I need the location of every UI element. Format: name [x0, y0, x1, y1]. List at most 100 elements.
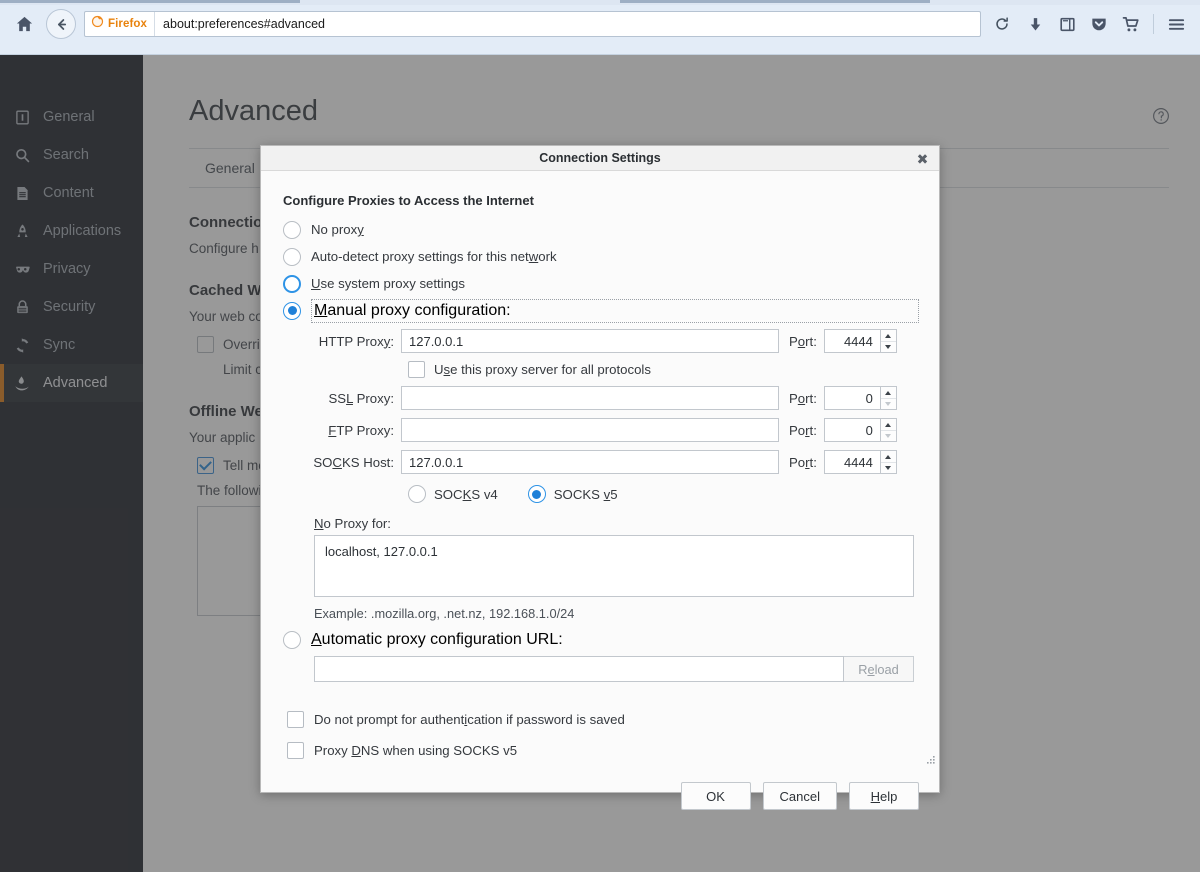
- ftp-port-label: Port:: [779, 423, 824, 438]
- field-row-ftp-proxy: FTP Proxy: Port: 0: [281, 415, 919, 445]
- no-proxy-for-label: No Proxy for:: [314, 516, 919, 531]
- field-row-http-proxy: HTTP Proxy: 127.0.0.1 Port: 4444: [281, 326, 919, 356]
- radio-button[interactable]: [283, 248, 301, 266]
- spinner-buttons[interactable]: [880, 418, 897, 442]
- radio-no-proxy[interactable]: No proxy: [281, 216, 919, 243]
- back-button[interactable]: [46, 9, 76, 39]
- socks-port-input[interactable]: 4444: [824, 450, 880, 474]
- resize-grip-icon[interactable]: [925, 752, 936, 763]
- ftp-proxy-input[interactable]: [401, 418, 779, 442]
- field-row-ssl-proxy: SSL Proxy: Port: 0: [281, 383, 919, 413]
- http-proxy-label: HTTP Proxy:: [281, 334, 401, 349]
- bottom-checkbox-group: Do not prompt for authentication if pass…: [281, 704, 919, 766]
- ftp-port-spinner[interactable]: 0: [824, 418, 897, 442]
- http-proxy-input[interactable]: 127.0.0.1: [401, 329, 779, 353]
- spinner-up-button[interactable]: [881, 387, 896, 398]
- cart-icon[interactable]: [1115, 8, 1147, 40]
- ssl-port-label: Port:: [779, 391, 824, 406]
- toolbar-right-icons: [1019, 8, 1192, 40]
- downloads-icon[interactable]: [1019, 8, 1051, 40]
- cancel-button[interactable]: Cancel: [763, 782, 837, 810]
- radio-label: Use system proxy settings: [311, 276, 465, 291]
- radio-label: SOCKS v5: [554, 487, 618, 502]
- hamburger-menu-icon[interactable]: [1160, 8, 1192, 40]
- radio-use-system-proxy[interactable]: Use system proxy settings: [281, 270, 919, 297]
- url-bar[interactable]: Firefox about:preferences#advanced: [84, 11, 981, 37]
- reload-icon[interactable]: [987, 12, 1017, 36]
- use-for-all-protocols-checkbox[interactable]: Use this proxy server for all protocols: [408, 361, 919, 378]
- no-proxy-example-text: Example: .mozilla.org, .net.nz, 192.168.…: [314, 606, 919, 621]
- http-port-label: Port:: [779, 334, 824, 349]
- pac-url-input[interactable]: [314, 656, 844, 682]
- spinner-down-button: [881, 430, 896, 441]
- ok-button[interactable]: OK: [681, 782, 751, 810]
- radio-button[interactable]: [528, 485, 546, 503]
- no-auth-prompt-checkbox[interactable]: Do not prompt for authentication if pass…: [287, 704, 919, 735]
- ssl-port-input[interactable]: 0: [824, 386, 880, 410]
- help-button[interactable]: Help: [849, 782, 919, 810]
- sidebar-icon[interactable]: [1051, 8, 1083, 40]
- radio-label: SOCKS v4: [434, 487, 498, 502]
- home-icon[interactable]: [8, 8, 40, 40]
- ftp-proxy-label: FTP Proxy:: [281, 423, 401, 438]
- radio-button[interactable]: [283, 302, 301, 320]
- radio-label: No proxy: [311, 222, 364, 237]
- spinner-up-button[interactable]: [881, 330, 896, 341]
- radio-button[interactable]: [408, 485, 426, 503]
- checkbox-box[interactable]: [408, 361, 425, 378]
- radio-auto-detect[interactable]: Auto-detect proxy settings for this netw…: [281, 243, 919, 270]
- spinner-up-button[interactable]: [881, 451, 896, 462]
- socks-host-input[interactable]: 127.0.0.1: [401, 450, 779, 474]
- ssl-port-spinner[interactable]: 0: [824, 386, 897, 410]
- dialog-body: Configure Proxies to Access the Internet…: [261, 171, 939, 766]
- proxy-config-heading: Configure Proxies to Access the Internet: [283, 193, 919, 208]
- dialog-button-row: OK Cancel Help: [261, 766, 939, 824]
- spinner-buttons[interactable]: [880, 386, 897, 410]
- close-icon[interactable]: ✖: [914, 150, 931, 167]
- checkbox-label: Proxy DNS when using SOCKS v5: [314, 743, 517, 758]
- manual-proxy-focus-ring[interactable]: Manual proxy configuration:: [311, 299, 919, 323]
- checkbox-box[interactable]: [287, 742, 304, 759]
- dialog-title: Connection Settings: [539, 151, 661, 165]
- ssl-proxy-input[interactable]: [401, 386, 779, 410]
- pac-reload-button: Reload: [844, 656, 914, 682]
- http-port-input[interactable]: 4444: [824, 329, 880, 353]
- proxy-dns-checkbox[interactable]: Proxy DNS when using SOCKS v5: [287, 735, 919, 766]
- socks-port-spinner[interactable]: 4444: [824, 450, 897, 474]
- radio-manual-proxy[interactable]: Manual proxy configuration:: [281, 297, 919, 324]
- no-proxy-for-textarea[interactable]: localhost, 127.0.0.1: [314, 535, 914, 597]
- identity-box[interactable]: Firefox: [85, 12, 155, 36]
- navigation-toolbar: Firefox about:preferences#advanced: [0, 5, 1200, 43]
- ftp-port-input[interactable]: 0: [824, 418, 880, 442]
- socks-port-label: Port:: [779, 455, 824, 470]
- tab-edge[interactable]: [0, 0, 300, 3]
- pac-url-row: Reload: [314, 656, 919, 682]
- dialog-titlebar: Connection Settings ✖: [261, 146, 939, 171]
- url-text[interactable]: about:preferences#advanced: [155, 17, 325, 31]
- spinner-down-button[interactable]: [881, 462, 896, 473]
- socks-version-radio-group: SOCKS v4 SOCKS v5: [408, 485, 919, 503]
- radio-label: Automatic proxy configuration URL:: [311, 631, 563, 649]
- checkbox-label: Do not prompt for authentication if pass…: [314, 712, 625, 727]
- http-port-spinner[interactable]: 4444: [824, 329, 897, 353]
- socks-host-label: SOCKS Host:: [281, 455, 401, 470]
- radio-socks-v5[interactable]: SOCKS v5: [528, 485, 618, 503]
- spinner-buttons[interactable]: [880, 450, 897, 474]
- toolbar-divider: [1153, 14, 1154, 34]
- radio-label: Auto-detect proxy settings for this netw…: [311, 249, 557, 264]
- radio-button[interactable]: [283, 275, 301, 293]
- spinner-up-button[interactable]: [881, 419, 896, 430]
- field-row-socks-host: SOCKS Host: 127.0.0.1 Port: 4444: [281, 447, 919, 477]
- radio-button[interactable]: [283, 221, 301, 239]
- spinner-down-button[interactable]: [881, 341, 896, 352]
- browser-chrome: Firefox about:preferences#advanced: [0, 0, 1200, 55]
- checkbox-box[interactable]: [287, 711, 304, 728]
- firefox-logo-icon: [91, 15, 104, 33]
- tab-edge[interactable]: [620, 0, 930, 3]
- connection-settings-dialog: Connection Settings ✖ Configure Proxies …: [260, 145, 940, 793]
- radio-auto-config-url[interactable]: Automatic proxy configuration URL:: [281, 631, 919, 649]
- pocket-icon[interactable]: [1083, 8, 1115, 40]
- spinner-buttons[interactable]: [880, 329, 897, 353]
- radio-button[interactable]: [283, 631, 301, 649]
- radio-socks-v4[interactable]: SOCKS v4: [408, 485, 498, 503]
